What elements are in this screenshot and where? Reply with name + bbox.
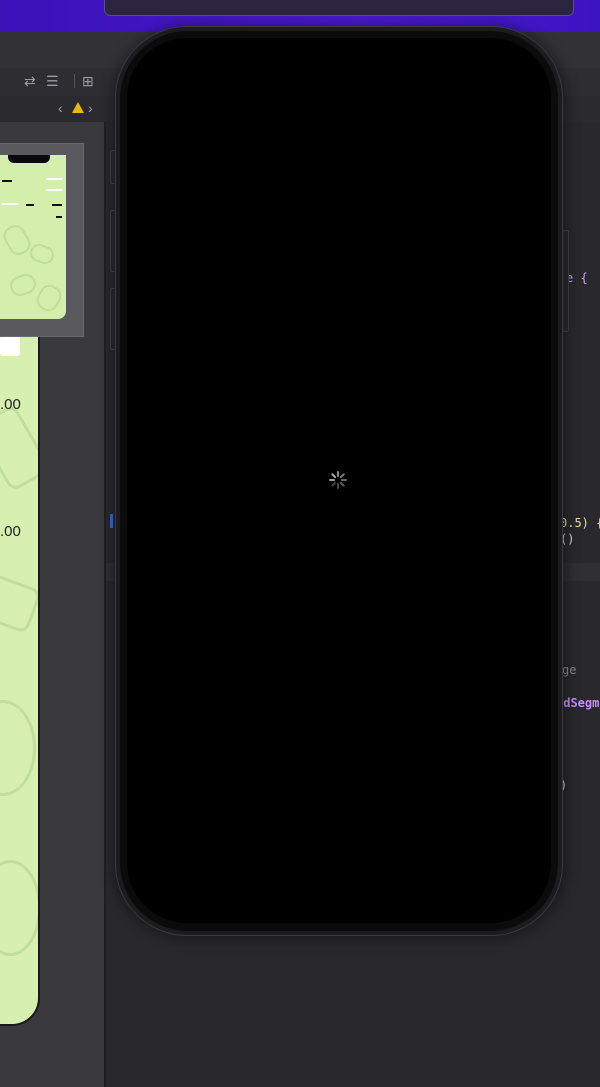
preview-thumbnail-field bbox=[2, 203, 18, 205]
code-token: e { bbox=[566, 271, 588, 285]
amount-label-bottom: .00 bbox=[0, 523, 21, 540]
preview-thumbnail-notch bbox=[8, 155, 50, 163]
align-lines-icon[interactable]: ☰ bbox=[46, 73, 59, 89]
preview-thumbnail-text bbox=[56, 216, 62, 218]
background-window[interactable] bbox=[104, 0, 574, 16]
preview-input-field[interactable] bbox=[0, 336, 20, 356]
money-pattern-shape bbox=[0, 860, 38, 956]
code-line: e { bbox=[566, 271, 588, 285]
money-pattern-shape bbox=[27, 241, 57, 267]
preview-thumbnail-field bbox=[46, 189, 62, 191]
money-pattern-shape bbox=[0, 700, 36, 796]
preview-thumbnail-text bbox=[2, 180, 12, 182]
swap-arrows-icon[interactable]: ⇄ bbox=[24, 73, 36, 89]
loading-spinner-icon bbox=[329, 471, 347, 489]
toolbar-divider bbox=[74, 74, 75, 88]
money-pattern-shape bbox=[32, 281, 66, 315]
xcode-window: ⇄ ☰ ⊞ ‹ › .00 .00 e { 0.5) {() ge edSeg… bbox=[0, 0, 600, 1087]
nav-forward-icon[interactable]: › bbox=[88, 100, 93, 116]
preview-thumbnail-text bbox=[52, 204, 62, 206]
nav-back-icon[interactable]: ‹ bbox=[58, 100, 63, 116]
money-pattern-shape bbox=[0, 403, 38, 493]
simulator-side-button[interactable] bbox=[562, 230, 569, 332]
add-editor-icon[interactable]: ⊞ bbox=[82, 73, 94, 89]
warning-icon[interactable] bbox=[72, 102, 84, 113]
money-pattern-shape bbox=[0, 571, 38, 635]
amount-label-top: .00 bbox=[0, 396, 21, 413]
preview-thumbnail-field bbox=[46, 178, 62, 180]
preview-thumbnail-text bbox=[26, 204, 34, 206]
money-pattern-shape bbox=[7, 271, 39, 299]
